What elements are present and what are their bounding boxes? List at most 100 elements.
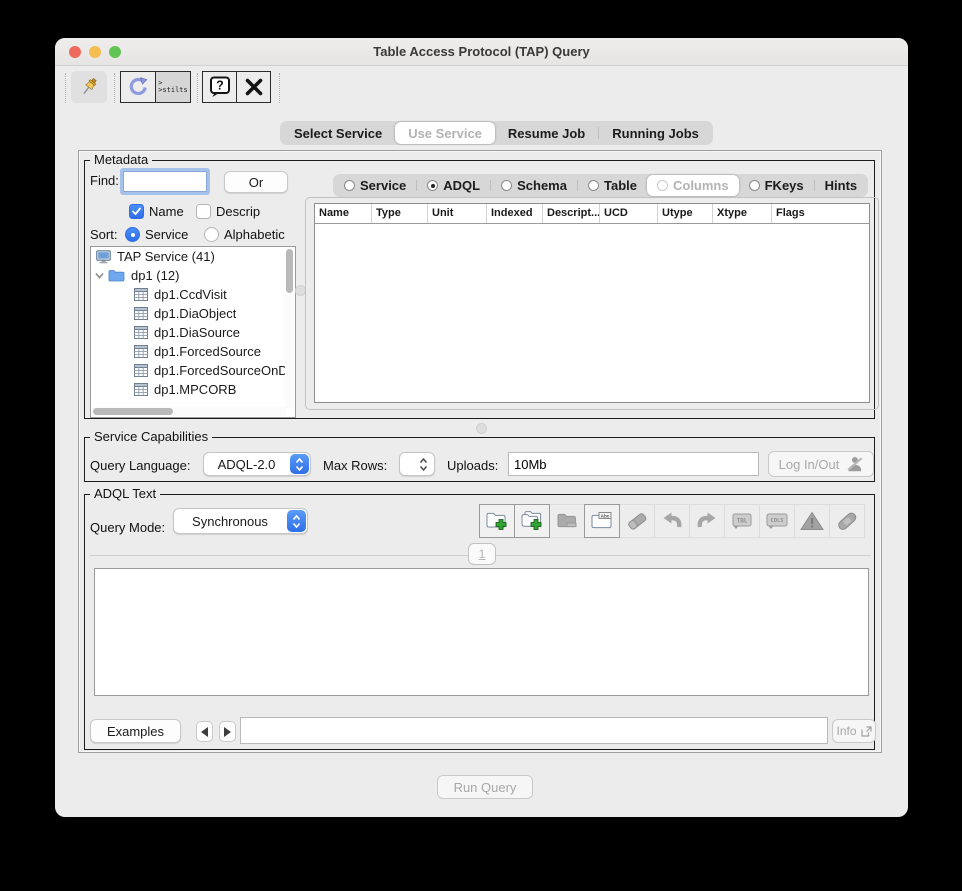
- tree-horizontal-scrollbar[interactable]: [92, 407, 286, 416]
- tab-label: ADQL: [443, 178, 481, 193]
- sort-alphabetic-radio[interactable]: [204, 227, 219, 242]
- chevron-down-icon[interactable]: [94, 270, 105, 281]
- column-header[interactable]: Descript...: [543, 204, 600, 223]
- reload-button[interactable]: [120, 71, 156, 103]
- tab-columns[interactable]: Columns: [646, 175, 739, 196]
- fkeys-radio[interactable]: [748, 180, 760, 191]
- zoom-window-button[interactable]: [109, 46, 121, 58]
- stilts-button[interactable]: > >stilts: [155, 71, 191, 103]
- table-icon: [134, 364, 148, 377]
- previous-example-button[interactable]: [196, 721, 213, 742]
- close-panel-button[interactable]: [236, 71, 271, 103]
- tab-table[interactable]: Table: [578, 175, 647, 196]
- column-header[interactable]: Unit: [428, 204, 487, 223]
- adql-query-textarea[interactable]: [94, 568, 869, 696]
- columns-radio[interactable]: [656, 180, 668, 191]
- erase-button[interactable]: [619, 504, 655, 538]
- pin-window-button[interactable]: [71, 71, 107, 103]
- tab-adql[interactable]: ADQL: [417, 175, 490, 196]
- insert-columns-button[interactable]: COLS: [759, 504, 795, 538]
- query-language-select[interactable]: ADQL-2.0: [203, 452, 311, 476]
- rename-tab-icon: Abc: [589, 509, 615, 533]
- tab-schema[interactable]: Schema: [491, 175, 577, 196]
- tree-item-label: TAP Service (41): [117, 249, 215, 264]
- scrollbar-thumb[interactable]: [93, 408, 173, 415]
- tree-item-table[interactable]: dp1.DiaObject: [91, 304, 295, 323]
- run-query-button[interactable]: Run Query: [437, 775, 533, 799]
- column-header[interactable]: Type: [372, 204, 428, 223]
- tree-item-table[interactable]: dp1.ForcedSourceOnD: [91, 361, 295, 380]
- find-input[interactable]: [123, 171, 207, 192]
- redo-button[interactable]: [689, 504, 725, 538]
- adql-text-tab-1[interactable]: 1: [468, 543, 496, 565]
- column-header[interactable]: Name: [315, 204, 372, 223]
- uploads-field[interactable]: [508, 452, 759, 476]
- uploads-label: Uploads:: [447, 458, 499, 473]
- tab-hints[interactable]: Hints: [815, 175, 868, 196]
- arrow-right-icon: [224, 726, 231, 737]
- svg-text:?: ?: [216, 79, 224, 93]
- fix-errors-button[interactable]: [829, 504, 865, 538]
- tab-running-jobs[interactable]: Running Jobs: [599, 122, 712, 144]
- tree-item-table[interactable]: dp1.DiaSource: [91, 323, 295, 342]
- info-button[interactable]: Info: [832, 719, 876, 743]
- toolbar: > >stilts ?: [55, 71, 908, 105]
- add-tab-button[interactable]: [479, 504, 515, 538]
- tree-item-root[interactable]: TAP Service (41): [91, 247, 295, 266]
- tree-item-table[interactable]: dp1.CcdVisit: [91, 285, 295, 304]
- next-example-button[interactable]: [219, 721, 236, 742]
- descrip-checkbox[interactable]: [196, 204, 211, 219]
- svg-text:TBL: TBL: [737, 517, 748, 524]
- help-button[interactable]: ?: [202, 71, 237, 103]
- toolbar-separator: [197, 73, 198, 103]
- column-header[interactable]: UCD: [600, 204, 658, 223]
- max-rows-select[interactable]: [399, 452, 435, 476]
- window-title: Table Access Protocol (TAP) Query: [373, 44, 590, 59]
- schema-tree[interactable]: TAP Service (41) dp1 (12) dp1.CcdVisit d…: [90, 246, 296, 418]
- login-button[interactable]: Log In/Out: [768, 451, 874, 477]
- rename-tab-button[interactable]: Abc: [584, 504, 620, 538]
- or-button[interactable]: Or: [224, 171, 288, 193]
- example-name-field[interactable]: [240, 717, 828, 744]
- schema-radio[interactable]: [501, 180, 513, 191]
- adql-radio[interactable]: [427, 180, 439, 191]
- tab-resume-job[interactable]: Resume Job: [495, 122, 598, 144]
- tree-item-label: dp1.DiaObject: [154, 306, 237, 321]
- copy-tab-icon: [519, 509, 545, 533]
- column-header[interactable]: Utype: [658, 204, 713, 223]
- insert-table-button[interactable]: TBL: [724, 504, 760, 538]
- dropdown-stepper-icon: [287, 510, 306, 532]
- copy-tab-button[interactable]: [514, 504, 550, 538]
- scrollbar-thumb[interactable]: [286, 249, 293, 293]
- column-header[interactable]: Xtype: [713, 204, 772, 223]
- columns-table[interactable]: Name Type Unit Indexed Descript... UCD U…: [314, 203, 870, 403]
- tab-select-service[interactable]: Select Service: [281, 122, 395, 144]
- tree-item-schema[interactable]: dp1 (12): [91, 266, 295, 285]
- close-window-button[interactable]: [69, 46, 81, 58]
- tree-item-table[interactable]: dp1.MPCORB: [91, 380, 295, 399]
- undo-button[interactable]: [654, 504, 690, 538]
- tree-item-table[interactable]: dp1.ForcedSource: [91, 342, 295, 361]
- table-radio[interactable]: [587, 180, 599, 191]
- tab-service[interactable]: Service: [334, 175, 416, 196]
- reload-icon: [127, 76, 149, 98]
- tab-fkeys[interactable]: FKeys: [739, 175, 814, 196]
- validate-icon: [799, 509, 825, 533]
- remove-tab-button[interactable]: [549, 504, 585, 538]
- query-mode-select[interactable]: Synchronous: [173, 508, 308, 534]
- split-divider-knob[interactable]: [476, 423, 487, 434]
- sort-service-radio[interactable]: [125, 227, 140, 242]
- titlebar: Table Access Protocol (TAP) Query: [55, 38, 908, 66]
- tree-vertical-scrollbar[interactable]: [285, 248, 294, 408]
- column-header[interactable]: Indexed: [487, 204, 543, 223]
- minimize-window-button[interactable]: [89, 46, 101, 58]
- column-header[interactable]: Flags: [772, 204, 869, 223]
- toolbar-handle: [65, 73, 66, 103]
- examples-button[interactable]: Examples: [90, 719, 181, 743]
- tab-use-service[interactable]: Use Service: [395, 122, 495, 144]
- sort-alphabetic-label: Alphabetic: [224, 227, 285, 242]
- service-radio[interactable]: [344, 180, 355, 191]
- arrow-left-icon: [201, 726, 208, 737]
- validate-button[interactable]: [794, 504, 830, 538]
- name-checkbox[interactable]: [129, 204, 144, 219]
